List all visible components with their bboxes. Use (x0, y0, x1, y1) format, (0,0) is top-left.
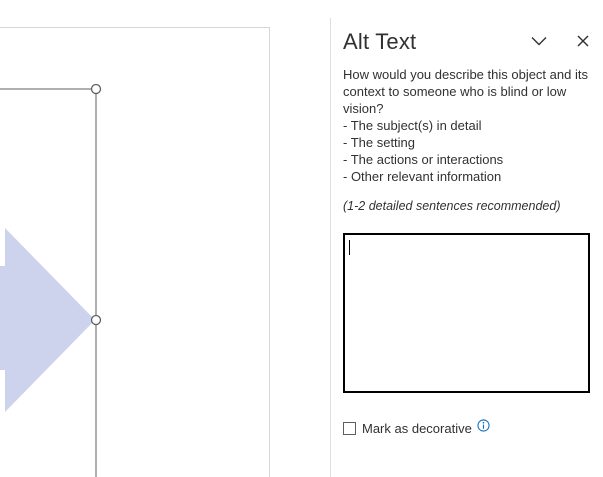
alt-text-instructions: How would you describe this object and i… (343, 66, 597, 185)
length-hint: (1-2 detailed sentences recommended) (343, 199, 561, 213)
resize-handle-top-right[interactable] (90, 83, 102, 95)
text-caret (349, 240, 350, 255)
instructions-text: How would you describe this object and i… (343, 67, 588, 116)
mark-decorative-label[interactable]: Mark as decorative (362, 421, 472, 436)
instruction-item: - The subject(s) in detail (343, 118, 482, 133)
arrow-shape[interactable] (0, 228, 95, 412)
app-window: Alt Text How would you describe this obj… (0, 0, 603, 477)
instruction-item: - Other relevant information (343, 169, 502, 184)
selected-shape-layer[interactable] (0, 0, 331, 477)
alt-text-input[interactable] (343, 233, 590, 393)
instruction-item: - The setting (343, 135, 416, 150)
pane-title: Alt Text (343, 29, 417, 54)
close-icon (577, 35, 589, 47)
chevron-down-icon (531, 37, 547, 46)
slide-canvas[interactable] (0, 0, 331, 477)
info-icon[interactable] (477, 419, 491, 433)
instructions-list: - The subject(s) in detail - The setting… (343, 117, 597, 185)
alt-text-pane: Alt Text How would you describe this obj… (331, 0, 603, 477)
mark-decorative-row[interactable]: Mark as decorative (343, 419, 491, 436)
close-pane-button[interactable] (572, 30, 594, 52)
pane-options-button[interactable] (528, 30, 550, 52)
resize-handle-right[interactable] (90, 314, 102, 326)
instruction-item: - The actions or interactions (343, 152, 504, 167)
mark-decorative-checkbox[interactable] (343, 422, 356, 435)
